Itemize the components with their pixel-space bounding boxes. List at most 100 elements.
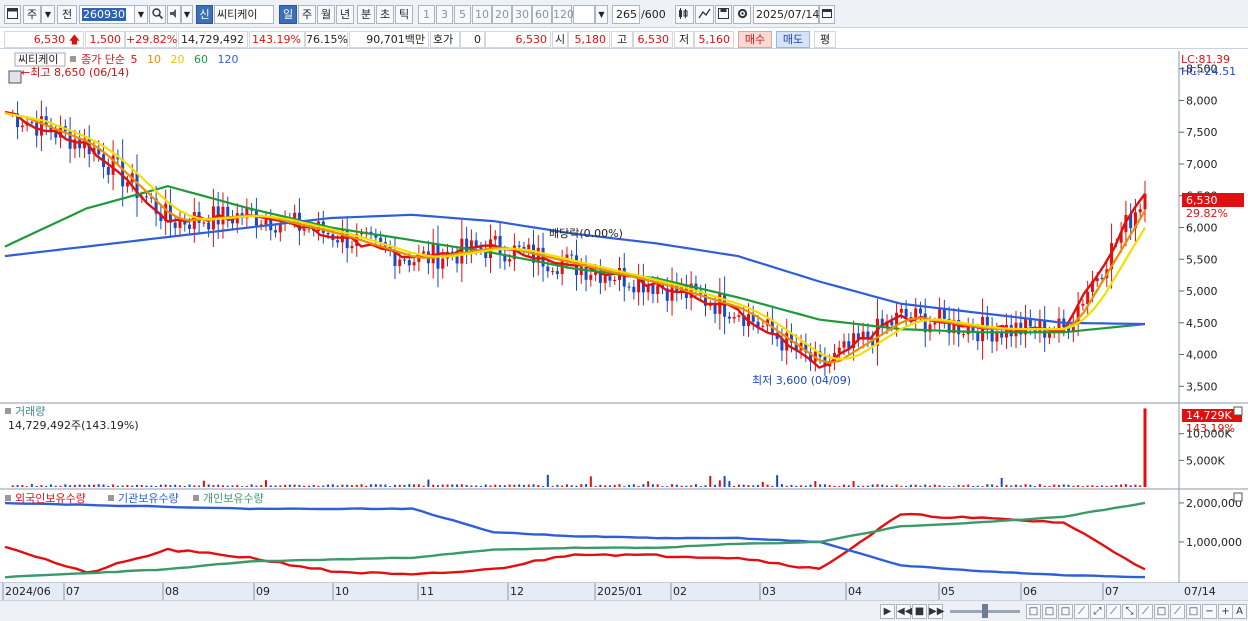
candle-body bbox=[904, 308, 908, 318]
buy-button[interactable]: 매수 bbox=[738, 31, 772, 48]
stop-icon[interactable]: ■ bbox=[912, 604, 927, 619]
zoom-out-icon[interactable]: − bbox=[1202, 604, 1217, 619]
sell-button[interactable]: 매도 bbox=[776, 31, 810, 48]
period-type-select[interactable]: 주 bbox=[23, 5, 41, 24]
count-input[interactable]: 265 bbox=[612, 5, 640, 24]
new-button[interactable]: 신 bbox=[196, 5, 213, 24]
tab-week[interactable]: 주 bbox=[298, 5, 316, 24]
volume-bar bbox=[150, 485, 153, 487]
layout-1-icon[interactable]: □ bbox=[1026, 604, 1041, 619]
interval-3[interactable]: 3 bbox=[436, 5, 453, 24]
volume-bar bbox=[1000, 477, 1003, 487]
scroll-right-icon[interactable]: ▶ bbox=[880, 604, 895, 619]
tab-day[interactable]: 일 bbox=[279, 5, 297, 24]
candle-body bbox=[202, 222, 206, 224]
interval-30[interactable]: 30 bbox=[512, 5, 532, 24]
code-dropdown-icon[interactable]: ▼ bbox=[134, 5, 148, 24]
volume-bar bbox=[823, 484, 826, 487]
interval-20[interactable]: 20 bbox=[492, 5, 512, 24]
volume-bar bbox=[518, 484, 521, 487]
draw-tools-icon[interactable] bbox=[695, 5, 714, 24]
volume-bar bbox=[221, 485, 224, 487]
volume-bar bbox=[972, 485, 975, 487]
volume-bar bbox=[112, 484, 115, 487]
interval-dropdown-icon[interactable]: ▼ bbox=[595, 5, 608, 24]
candle-body bbox=[656, 285, 660, 294]
interval-120[interactable]: 120 bbox=[552, 5, 574, 24]
legend-individual: 개인보유수량 bbox=[203, 492, 264, 505]
volume-bar bbox=[73, 484, 76, 487]
volume-bar bbox=[207, 484, 210, 487]
volume-value-text: 14,729,492주(143.19%) bbox=[8, 419, 139, 432]
volume-bar bbox=[628, 484, 631, 487]
volume-bar bbox=[546, 474, 549, 487]
x-tick-label: 12 bbox=[510, 585, 524, 598]
prev-button[interactable]: 전 bbox=[57, 5, 77, 24]
volume-bar bbox=[642, 484, 645, 487]
volume-bar bbox=[288, 484, 291, 487]
eval-button[interactable]: 평 bbox=[814, 31, 836, 48]
x-tick-label: 06 bbox=[1023, 585, 1037, 598]
calendar-icon[interactable] bbox=[819, 5, 835, 24]
rewind-icon[interactable]: ◀◀ bbox=[896, 604, 912, 619]
price-tick-label: 8,000 bbox=[1186, 94, 1218, 107]
candle-body bbox=[961, 334, 965, 336]
speaker-dropdown-icon[interactable]: ▼ bbox=[181, 5, 193, 24]
volume-bar bbox=[1053, 484, 1056, 487]
tab-month[interactable]: 월 bbox=[317, 5, 335, 24]
fast-forward-icon[interactable]: ▶▶ bbox=[928, 604, 944, 619]
candle-body bbox=[20, 125, 24, 128]
open-price: 5,180 bbox=[568, 31, 610, 48]
hoga-label: 호가 bbox=[430, 31, 460, 48]
candle-body bbox=[990, 328, 994, 342]
tool-d-icon[interactable]: ⟋ bbox=[1138, 604, 1153, 619]
tool-e-icon[interactable]: □ bbox=[1154, 604, 1169, 619]
save-icon[interactable] bbox=[715, 5, 732, 24]
tab-tick[interactable]: 틱 bbox=[395, 5, 413, 24]
chart-area[interactable]: 8,5008,0007,5007,0006,5006,0005,5005,000… bbox=[0, 51, 1248, 600]
volume-bar bbox=[54, 485, 57, 487]
stock-code-input[interactable]: 260930 bbox=[79, 5, 135, 24]
search-icon[interactable] bbox=[149, 5, 166, 24]
volume-bar bbox=[1005, 484, 1008, 487]
date-input[interactable]: 2025/07/14 bbox=[753, 5, 819, 24]
interval-60[interactable]: 60 bbox=[532, 5, 552, 24]
interval-10[interactable]: 10 bbox=[472, 5, 492, 24]
interval-custom-input[interactable] bbox=[573, 5, 595, 24]
volume-bar bbox=[384, 484, 387, 487]
tool-a-icon[interactable]: ⤢ bbox=[1090, 604, 1105, 619]
volume-bar bbox=[35, 485, 38, 487]
volume-bar bbox=[967, 484, 970, 487]
volume-bar bbox=[690, 485, 693, 487]
tool-g-icon[interactable]: □ bbox=[1186, 604, 1201, 619]
candle-type-icon[interactable] bbox=[675, 5, 694, 24]
layout-2-icon[interactable]: □ bbox=[1042, 604, 1057, 619]
volume-tick-label: 5,000K bbox=[1186, 454, 1225, 467]
tab-year[interactable]: 년 bbox=[336, 5, 354, 24]
window-menu-icon[interactable] bbox=[4, 5, 21, 24]
font-size-icon[interactable]: A bbox=[1232, 604, 1247, 619]
volume-bar bbox=[446, 484, 449, 487]
tool-f-icon[interactable]: ⟋ bbox=[1170, 604, 1185, 619]
tab-second[interactable]: 초 bbox=[376, 5, 394, 24]
stock-name-field[interactable]: 씨티케이 bbox=[214, 5, 274, 24]
tool-c-icon[interactable]: ⤡ bbox=[1122, 604, 1137, 619]
volume-bar bbox=[704, 485, 707, 487]
tab-minute[interactable]: 분 bbox=[357, 5, 375, 24]
tool-b-icon[interactable]: ⟋ bbox=[1106, 604, 1121, 619]
x-tick-label: 07 bbox=[66, 585, 80, 598]
gear-icon[interactable] bbox=[733, 5, 751, 24]
quote-row: 6,530 🡅 1,500 +29.82% 14,729,492 143.19%… bbox=[0, 29, 1248, 49]
draw-line-icon[interactable]: ⟋ bbox=[1074, 604, 1089, 619]
interval-5[interactable]: 5 bbox=[454, 5, 471, 24]
layout-3-icon[interactable]: □ bbox=[1058, 604, 1073, 619]
speaker-icon[interactable] bbox=[167, 5, 181, 24]
chevron-down-icon[interactable]: ▼ bbox=[41, 5, 55, 24]
zoom-slider-handle[interactable] bbox=[982, 604, 988, 618]
x-tick-label: 02 bbox=[673, 585, 687, 598]
volume-bar bbox=[312, 485, 315, 487]
candle-body bbox=[226, 206, 230, 218]
zoom-in-icon[interactable]: + bbox=[1218, 604, 1233, 619]
chart-settings-icon[interactable] bbox=[8, 70, 22, 84]
interval-1[interactable]: 1 bbox=[418, 5, 435, 24]
